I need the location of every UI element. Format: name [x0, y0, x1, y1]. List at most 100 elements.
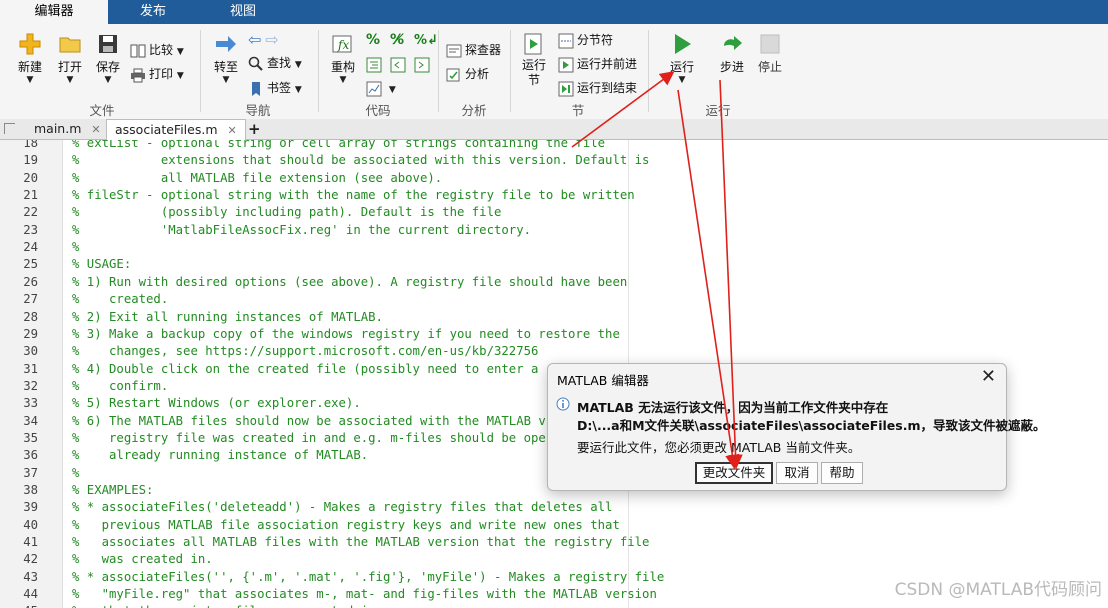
- code-more-button[interactable]: ▼: [366, 78, 396, 98]
- code-line[interactable]: % previous MATLAB file association regis…: [72, 518, 620, 532]
- comment-button[interactable]: %: [366, 30, 380, 50]
- tab-editor[interactable]: 编辑器: [0, 0, 108, 24]
- close-icon[interactable]: ✕: [981, 366, 996, 387]
- run-and-advance-button[interactable]: 运行并前进: [558, 54, 637, 74]
- code-line[interactable]: % created.: [72, 292, 168, 306]
- dialog-message-line2: D:\...a和M文件关联\associateFiles\associateFi…: [577, 418, 1046, 433]
- goto-button[interactable]: 转至 ▼: [208, 32, 244, 85]
- line-number: 44: [23, 587, 38, 602]
- run-section-icon: [524, 33, 542, 55]
- help-button[interactable]: 帮助: [821, 462, 863, 484]
- code-line[interactable]: % extensions that should be associated w…: [72, 153, 649, 167]
- save-button[interactable]: 保存 ▼: [90, 32, 126, 85]
- forward-arrow-icon[interactable]: ⇨: [265, 30, 278, 49]
- code-line[interactable]: % changes, see https://support.microsoft…: [72, 344, 538, 358]
- cancel-button[interactable]: 取消: [776, 462, 818, 484]
- tab-view[interactable]: 视图: [198, 0, 288, 24]
- step-label: 步进: [719, 60, 744, 74]
- print-button[interactable]: 打印 ▼: [130, 64, 184, 84]
- line-number: 27: [23, 292, 38, 307]
- tab-associatefiles-m[interactable]: associateFiles.m ✕: [106, 119, 246, 140]
- back-arrow-icon[interactable]: ⇦: [248, 30, 261, 49]
- chevron-down-icon[interactable]: ▼: [662, 75, 702, 85]
- code-line[interactable]: % 1) Run with desired options (see above…: [72, 275, 627, 289]
- wrap-comments-button[interactable]: %↲: [414, 30, 438, 50]
- tab-publish[interactable]: 发布: [108, 0, 198, 24]
- code-line[interactable]: % all MATLAB file extension (see above).: [72, 171, 442, 185]
- code-line[interactable]: % that the registry file was created in.: [72, 604, 383, 608]
- run-section-button[interactable]: 运行节: [516, 32, 552, 88]
- code-line[interactable]: % 5) Restart Windows (or explorer.exe).: [72, 396, 361, 410]
- code-line[interactable]: % fileStr - optional string with the nam…: [72, 188, 635, 202]
- code-line[interactable]: % extList - optional string or cell arra…: [72, 140, 605, 150]
- code-line[interactable]: % * associateFiles('deleteadd') - Makes …: [72, 500, 612, 514]
- group-analyze-label: 分析: [461, 103, 487, 118]
- dialog-message-line1: MATLAB 无法运行该文件，因为当前工作文件夹中存在: [577, 400, 889, 415]
- printer-icon: [131, 68, 145, 82]
- line-number: 24: [23, 240, 38, 255]
- function-icon: fx: [332, 35, 352, 53]
- line-number: 28: [23, 309, 38, 324]
- refactor-button[interactable]: fx 重构 ▼: [325, 32, 361, 85]
- analyze-label: 分析: [465, 67, 490, 81]
- open-button[interactable]: 打开 ▼: [52, 32, 88, 85]
- new-button[interactable]: 新建 ▼: [12, 32, 48, 85]
- bookmark-button[interactable]: 书签 ▼: [248, 78, 302, 98]
- new-tab-button[interactable]: +: [240, 119, 269, 139]
- code-line[interactable]: % * associateFiles('', {'.m', '.mat', '.…: [72, 570, 664, 584]
- code-line[interactable]: % USAGE:: [72, 257, 131, 271]
- change-folder-button[interactable]: 更改文件夹: [695, 462, 773, 484]
- step-icon: [724, 36, 742, 50]
- code-line[interactable]: % 3) Make a backup copy of the windows r…: [72, 327, 620, 341]
- section-break-button[interactable]: 分节符: [558, 30, 613, 50]
- separator: [648, 30, 649, 112]
- analyze-icon: [446, 68, 460, 81]
- line-number: 31: [23, 361, 38, 376]
- separator: [318, 30, 319, 112]
- code-line[interactable]: % 4) Double click on the created file (p…: [72, 362, 538, 376]
- step-button[interactable]: 步进: [712, 32, 752, 75]
- uncomment-button[interactable]: %̸: [390, 30, 404, 50]
- stop-button[interactable]: 停止: [752, 32, 788, 75]
- line-number: 18: [23, 140, 38, 150]
- line-number: 19: [23, 153, 38, 168]
- profiler-button[interactable]: 探查器: [446, 40, 501, 60]
- save-label: 保存: [95, 60, 120, 74]
- code-line[interactable]: % associates all MATLAB files with the M…: [72, 535, 649, 549]
- smart-indent-button[interactable]: [366, 54, 385, 74]
- code-line[interactable]: % registry file was created in and e.g. …: [72, 431, 546, 445]
- group-section-label: 节: [571, 103, 585, 118]
- run-to-end-button[interactable]: 运行到结束: [558, 78, 637, 98]
- code-line[interactable]: % (possibly including path). Default is …: [72, 205, 501, 219]
- code-line[interactable]: %: [72, 466, 79, 480]
- back-forward-buttons[interactable]: ⇦ ⇨: [248, 30, 279, 50]
- code-line[interactable]: % EXAMPLES:: [72, 483, 153, 497]
- code-line[interactable]: % 6) The MATLAB files should now be asso…: [72, 414, 546, 428]
- increase-indent-button[interactable]: [414, 54, 433, 74]
- info-icon: [556, 397, 570, 411]
- line-number: 30: [23, 344, 38, 359]
- run-to-end-label: 运行到结束: [577, 81, 638, 95]
- line-number: 43: [23, 569, 38, 584]
- close-icon[interactable]: ✕: [228, 124, 237, 137]
- code-line[interactable]: % "myFile.reg" that associates m-, mat- …: [72, 587, 657, 601]
- code-line[interactable]: %: [72, 240, 79, 254]
- find-button[interactable]: 查找 ▼: [248, 53, 302, 73]
- chevron-down-icon: ▼: [26, 75, 34, 85]
- separator: [438, 30, 439, 112]
- code-line[interactable]: % 'MatlabFileAssocFix.reg' in the curren…: [72, 223, 531, 237]
- run-button[interactable]: 运行 ▼: [662, 32, 702, 85]
- code-line[interactable]: % 2) Exit all running instances of MATLA…: [72, 310, 383, 324]
- code-line[interactable]: % was created in.: [72, 552, 213, 566]
- group-file-label: 文件: [89, 103, 115, 118]
- line-number: 34: [23, 413, 38, 428]
- tab-main-m[interactable]: main.m ✕: [26, 119, 109, 139]
- wrap-comments-icon: %↲: [414, 33, 438, 48]
- decrease-indent-button[interactable]: [390, 54, 409, 74]
- close-icon[interactable]: ✕: [91, 123, 100, 136]
- run-section-label: 运行节: [522, 58, 547, 87]
- compare-button[interactable]: 比较 ▼: [130, 40, 184, 60]
- code-line[interactable]: % already running instance of MATLAB.: [72, 448, 368, 462]
- analyze-button[interactable]: 分析: [446, 64, 489, 84]
- code-line[interactable]: % confirm.: [72, 379, 168, 393]
